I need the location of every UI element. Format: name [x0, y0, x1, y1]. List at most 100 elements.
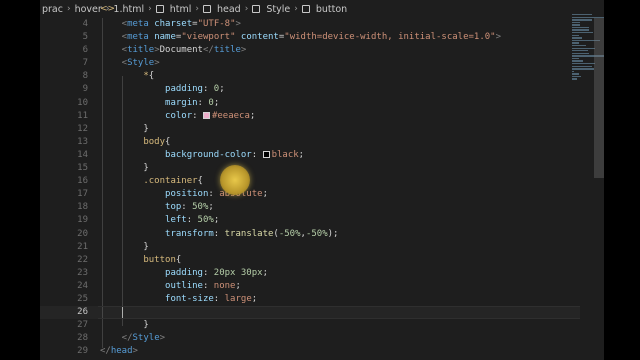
code-line[interactable]: 28 </Style> [40, 332, 580, 345]
code-line[interactable]: 13 body{ [40, 136, 580, 149]
minimap[interactable] [538, 14, 604, 80]
code-line[interactable]: 18 top: 50%; [40, 201, 580, 214]
code-line[interactable]: 10 margin: 0; [40, 97, 580, 110]
line-number: 21 [77, 241, 88, 252]
code-editor[interactable]: 4 <meta charset="UTF-8"> 5 <meta name="vi… [40, 18, 580, 360]
code-text: } [100, 241, 149, 252]
minimap-line [572, 47, 596, 49]
code-line[interactable]: 11 color: #eeaeca; [40, 110, 580, 123]
breadcrumb-item-style[interactable]: Style [266, 4, 290, 15]
minimap-line [572, 29, 589, 31]
minimap-line [572, 50, 588, 52]
code-text: } [100, 163, 149, 174]
code-line[interactable]: 20 transform: translate(-50%,-50%); [40, 228, 580, 241]
code-line[interactable]: 25 font-size: large; [40, 293, 580, 306]
code-text: padding: 0; [100, 84, 225, 95]
code-text: left: 50%; [100, 215, 220, 226]
line-number: 17 [77, 189, 88, 200]
color-swatch[interactable] [262, 150, 270, 158]
line-number: 26 [77, 307, 88, 318]
line-number: 5 [82, 32, 88, 43]
element-icon [155, 5, 164, 13]
code-line[interactable]: 23 padding: 20px 30px; [40, 267, 580, 280]
minimap-line [572, 21, 581, 24]
code-line[interactable]: 21 } [40, 241, 580, 254]
code-text: </Style> [100, 333, 166, 344]
code-line[interactable]: 12 } [40, 123, 580, 136]
line-number: 14 [77, 149, 88, 160]
minimap-line [572, 78, 578, 80]
minimap-line [572, 24, 580, 26]
breadcrumb-item-button[interactable]: button [316, 4, 347, 15]
code-line[interactable]: 15 } [40, 162, 580, 175]
minimap-line [572, 37, 582, 39]
code-line[interactable]: 16 .container{ [40, 175, 580, 188]
code-line[interactable]: 19 left: 50%; [40, 214, 580, 227]
code-line[interactable]: 4 <meta charset="UTF-8"> [40, 18, 580, 31]
line-number: 29 [77, 346, 88, 357]
line-number: 9 [82, 84, 88, 95]
line-number: 23 [77, 267, 88, 278]
code-text: background-color: black; [100, 149, 305, 160]
line-number: 11 [77, 110, 88, 121]
breadcrumb-item-html[interactable]: html [170, 4, 192, 15]
line-number: 28 [77, 333, 88, 344]
code-text: body{ [100, 136, 171, 147]
line-number: 7 [82, 58, 88, 69]
line-number: 6 [82, 45, 88, 56]
code-text: </head> [100, 346, 138, 357]
line-number: 18 [77, 202, 88, 213]
code-text: <title>Document</title> [100, 45, 247, 56]
code-line[interactable]: 22 button{ [40, 254, 580, 267]
line-number: 27 [77, 320, 88, 331]
vertical-scrollbar[interactable] [594, 18, 604, 178]
code-text: transform: translate(-50%,-50%); [100, 228, 339, 239]
minimap-line [572, 62, 596, 65]
line-number: 13 [77, 136, 88, 147]
code-text: font-size: large; [100, 293, 258, 304]
code-line[interactable]: 7 <Style> [40, 57, 580, 70]
chevron-right-icon: › [148, 4, 152, 14]
code-text: <meta charset="UTF-8"> [100, 19, 241, 29]
breadcrumb-item-file[interactable]: 1.html [113, 4, 144, 15]
code-line[interactable]: 27 } [40, 319, 580, 332]
chevron-right-icon: › [195, 4, 199, 14]
code-line[interactable]: 5 <meta name="viewport" content="width=d… [40, 31, 580, 44]
code-line[interactable]: 24 outline: none; [40, 280, 580, 293]
code-line[interactable]: 26 [40, 306, 580, 320]
code-text: <meta name="viewport" content="width=dev… [100, 32, 502, 43]
minimap-line [572, 65, 592, 67]
code-line[interactable]: 14 background-color: black; [40, 149, 580, 162]
minimap-line [572, 14, 592, 16]
line-number: 24 [77, 280, 88, 291]
chevron-right-icon: › [244, 4, 249, 14]
breadcrumb-item-prac[interactable]: prac [42, 4, 63, 15]
chevron-right-icon: › [294, 4, 298, 14]
code-line[interactable]: 17 position: absolute; [40, 188, 580, 201]
line-number: 22 [77, 254, 88, 265]
code-line[interactable]: 6 <title>Document</title> [40, 44, 580, 57]
editor-window: prac › hover › <> 1.html › html › head ›… [40, 0, 604, 360]
minimap-line [572, 68, 594, 70]
minimap-line [572, 73, 579, 75]
line-number: 25 [77, 293, 88, 304]
code-line[interactable]: 9 padding: 0; [40, 83, 580, 96]
line-number: 15 [77, 163, 88, 174]
code-text: } [100, 320, 149, 331]
code-line[interactable]: 8 *{ [40, 70, 580, 83]
element-icon [301, 5, 310, 13]
breadcrumb-item-head[interactable]: head [217, 4, 241, 15]
code-text: color: #eeaeca; [100, 110, 256, 121]
line-number: 4 [82, 19, 88, 29]
breadcrumb: prac › hover › <> 1.html › html › head ›… [40, 0, 604, 18]
code-text: } [100, 123, 149, 134]
line-number: 12 [77, 123, 88, 134]
code-line[interactable]: 29 </head> [40, 345, 580, 358]
line-number: 10 [77, 97, 88, 108]
color-swatch[interactable] [202, 111, 210, 119]
minimap-line [572, 44, 587, 47]
breadcrumb-item-hover[interactable]: hover [75, 4, 102, 15]
minimap-line [572, 42, 579, 44]
minimap-line [572, 52, 589, 55]
code-text: <Style> [100, 58, 160, 69]
